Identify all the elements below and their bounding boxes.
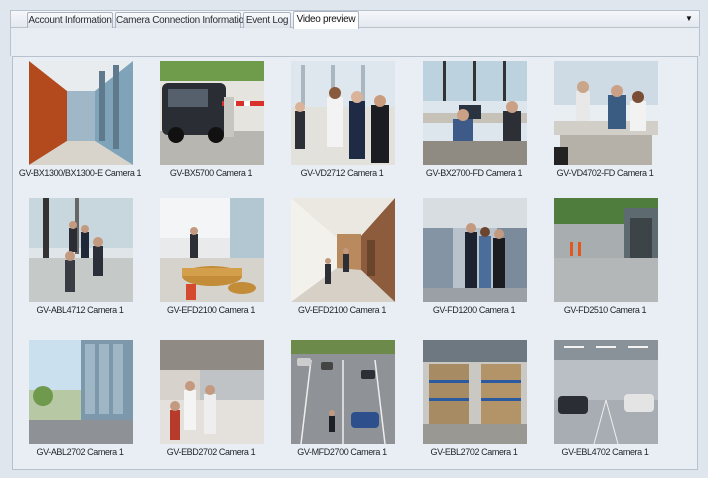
tab-account-information[interactable]: Account Information [27, 12, 113, 28]
camera-tile[interactable]: GV-BX1300/BX1300-E Camera 1 [15, 59, 145, 183]
camera-thumbnail[interactable] [160, 61, 264, 165]
camera-caption: GV-EFD2100 Camera 1 [298, 305, 386, 315]
camera-thumbnail[interactable] [29, 198, 133, 302]
camera-tile[interactable]: GV-BX5700 Camera 1 [146, 59, 276, 183]
camera-tile[interactable]: GV-EFD2100 Camera 1 [277, 196, 407, 320]
camera-thumbnail[interactable] [29, 61, 133, 165]
camera-tile[interactable]: GV-MFD2700 Camera 1 [277, 338, 407, 462]
tab-bar: Account Information Camera Connection In… [10, 10, 700, 29]
camera-tile[interactable]: GV-EBD2702 Camera 1 [146, 338, 276, 462]
camera-tile[interactable]: GV-VD4702-FD Camera 1 [540, 59, 670, 183]
camera-caption: GV-EFD2100 Camera 1 [167, 305, 255, 315]
camera-thumbnail[interactable] [423, 61, 527, 165]
camera-caption: GV-BX5700 Camera 1 [169, 168, 253, 178]
tab-event-log[interactable]: Event Log [243, 12, 291, 28]
tab-camera-connection-information[interactable]: Camera Connection Information [115, 12, 249, 28]
camera-tile[interactable]: GV-FD2510 Camera 1 [540, 196, 670, 320]
camera-thumbnail[interactable] [291, 198, 395, 302]
triangle-down-icon[interactable]: ▼ [683, 13, 695, 25]
camera-thumbnail[interactable] [423, 198, 527, 302]
camera-caption: GV-EBD2702 Camera 1 [166, 447, 256, 457]
camera-tile[interactable]: GV-VD2712 Camera 1 [277, 59, 407, 183]
camera-tile[interactable]: GV-ABL2702 Camera 1 [15, 338, 145, 462]
camera-caption: GV-BX1300/BX1300-E Camera 1 [18, 168, 142, 178]
video-preview-grid: GV-BX1300/BX1300-E Camera 1 GV-BX5700 Cam… [12, 56, 698, 470]
camera-tile[interactable]: GV-EFD2100 Camera 1 [146, 196, 276, 320]
panel-header [10, 28, 700, 56]
camera-thumbnail[interactable] [554, 198, 658, 302]
camera-caption: GV-FD2510 Camera 1 [563, 305, 647, 315]
camera-caption: GV-ABL4712 Camera 1 [36, 305, 124, 315]
camera-thumbnail[interactable] [554, 340, 658, 444]
camera-caption: GV-EBL4702 Camera 1 [561, 447, 649, 457]
camera-thumbnail[interactable] [291, 61, 395, 165]
camera-tile[interactable]: GV-EBL2702 Camera 1 [409, 338, 539, 462]
camera-caption: GV-VD4702-FD Camera 1 [556, 168, 654, 178]
camera-caption: GV-FD1200 Camera 1 [432, 305, 516, 315]
camera-caption: GV-MFD2700 Camera 1 [297, 447, 387, 457]
camera-tile[interactable]: GV-BX2700-FD Camera 1 [409, 59, 539, 183]
camera-thumbnail[interactable] [160, 340, 264, 444]
camera-tile[interactable]: GV-ABL4712 Camera 1 [15, 196, 145, 320]
tab-video-preview[interactable]: Video preview [293, 11, 359, 29]
camera-thumbnail[interactable] [160, 198, 264, 302]
camera-caption: GV-BX2700-FD Camera 1 [425, 168, 523, 178]
camera-thumbnail[interactable] [291, 340, 395, 444]
camera-tile[interactable]: GV-EBL4702 Camera 1 [540, 338, 670, 462]
camera-thumbnail[interactable] [29, 340, 133, 444]
camera-thumbnail[interactable] [554, 61, 658, 165]
camera-thumbnail[interactable] [423, 340, 527, 444]
camera-tile[interactable]: GV-FD1200 Camera 1 [409, 196, 539, 320]
camera-caption: GV-ABL2702 Camera 1 [36, 447, 124, 457]
camera-caption: GV-EBL2702 Camera 1 [430, 447, 518, 457]
camera-caption: GV-VD2712 Camera 1 [300, 168, 384, 178]
